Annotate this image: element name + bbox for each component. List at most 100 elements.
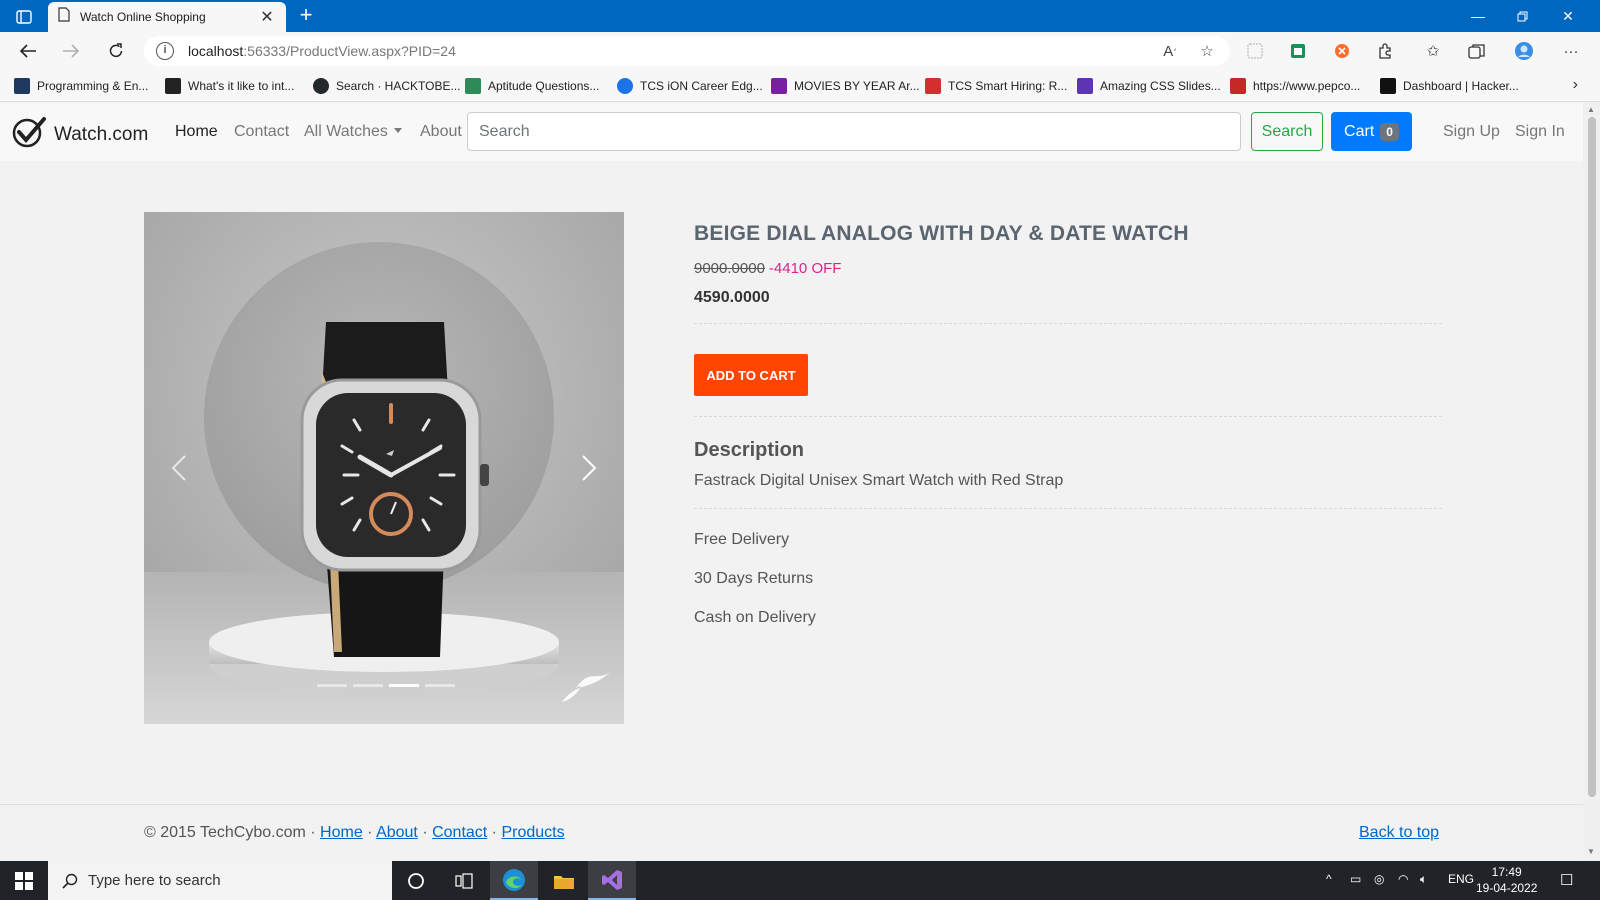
page-viewport: Watch.com Home Contact All Watches About…: [0, 103, 1583, 861]
feature-free-delivery: Free Delivery: [694, 531, 790, 548]
carousel-next-button[interactable]: [574, 448, 604, 488]
nav-all-watches-dropdown[interactable]: All Watches: [304, 123, 402, 141]
bookmark-item[interactable]: What's it like to int...: [165, 76, 294, 96]
footer-link-home[interactable]: Home: [320, 824, 363, 841]
edge-taskbar-icon[interactable]: [490, 861, 538, 900]
feature-returns: 30 Days Returns: [694, 570, 814, 587]
bookmarks-bar: Programming & En... What's it like to in…: [0, 70, 1600, 102]
footer-link-contact[interactable]: Contact: [432, 824, 487, 841]
carousel-indicator[interactable]: [389, 684, 419, 687]
collections-icon[interactable]: [1466, 40, 1488, 62]
sign-in-link[interactable]: Sign In: [1515, 123, 1565, 141]
read-aloud-icon[interactable]: Aᐟ: [1159, 40, 1181, 62]
footer-links: © 2015 TechCybo.com · Home · About · Con…: [144, 824, 565, 841]
back-to-top-link[interactable]: Back to top: [1359, 824, 1439, 842]
carousel-indicator[interactable]: [353, 684, 383, 687]
notifications-icon[interactable]: ☐: [1560, 871, 1573, 889]
bookmark-item[interactable]: https://www.pepco...: [1230, 76, 1360, 96]
windows-start-button[interactable]: [0, 861, 48, 900]
chevron-up-icon[interactable]: ^: [1326, 872, 1332, 886]
bookmark-item[interactable]: Aptitude Questions...: [465, 76, 599, 96]
taskbar-search-placeholder: Type here to search: [88, 872, 221, 889]
add-favorite-icon[interactable]: ☆: [1196, 40, 1218, 62]
chevron-right-icon[interactable]: ›: [1573, 76, 1578, 94]
original-price: 9000.0000: [694, 260, 765, 277]
orange-extension-icon[interactable]: [1331, 40, 1353, 62]
divider: [694, 508, 1442, 509]
sheets-extension-icon[interactable]: [1287, 40, 1309, 62]
search-input[interactable]: [467, 112, 1241, 151]
add-to-cart-button[interactable]: ADD TO CART: [694, 354, 808, 396]
bookmark-icon: [14, 78, 30, 94]
file-explorer-icon[interactable]: [540, 861, 588, 900]
new-tab-button[interactable]: +: [294, 4, 318, 28]
bookmark-item[interactable]: Search · HACKTOBE...: [313, 76, 460, 96]
profile-avatar-icon[interactable]: [1513, 40, 1535, 62]
bookmark-icon: [771, 78, 787, 94]
price-row: 9000.0000 -4410 OFF: [694, 260, 1442, 277]
scroll-up-icon[interactable]: ▲: [1587, 105, 1595, 114]
taskbar-search-box[interactable]: Type here to search: [48, 861, 392, 900]
feature-cod: Cash on Delivery: [694, 609, 816, 626]
battery-icon[interactable]: ▭: [1350, 872, 1361, 886]
volume-icon[interactable]: 🔈︎: [1420, 872, 1427, 887]
bookmark-item[interactable]: TCS iON Career Edg...: [617, 76, 763, 96]
nav-about[interactable]: About: [420, 123, 462, 141]
extension-placeholder-icon[interactable]: [1244, 40, 1266, 62]
sign-up-link[interactable]: Sign Up: [1443, 123, 1500, 141]
url-text: localhost:56333/ProductView.aspx?PID=24: [188, 43, 456, 59]
nav-home[interactable]: Home: [175, 123, 218, 141]
tab-actions-icon[interactable]: [10, 6, 38, 28]
close-window-button[interactable]: ✕: [1546, 0, 1590, 32]
footer-link-products[interactable]: Products: [501, 824, 564, 841]
nav-contact[interactable]: Contact: [234, 123, 289, 141]
bookmark-icon: [165, 78, 181, 94]
bookmark-item[interactable]: Programming & En...: [14, 76, 148, 96]
brand-link[interactable]: Watch.com: [12, 115, 148, 154]
page-scrollbar[interactable]: ▲ ▼: [1583, 103, 1600, 861]
footer-link-about[interactable]: About: [376, 824, 418, 841]
favorites-icon[interactable]: ✩: [1422, 40, 1444, 62]
bookmark-label: Search · HACKTOBE...: [336, 79, 461, 93]
wifi-icon[interactable]: ◠: [1398, 872, 1408, 886]
visual-studio-icon[interactable]: [588, 861, 636, 900]
bookmark-label: Dashboard | Hacker...: [1403, 79, 1519, 93]
checkmark-logo-icon: [12, 115, 46, 154]
description-heading: Description: [694, 439, 805, 461]
bookmark-item[interactable]: Amazing CSS Slides...: [1077, 76, 1221, 96]
bookmark-item[interactable]: MOVIES BY YEAR Ar...: [771, 76, 920, 96]
scroll-thumb[interactable]: [1588, 117, 1596, 797]
search-button[interactable]: Search: [1251, 112, 1323, 151]
carousel-indicator[interactable]: [425, 684, 455, 687]
scroll-down-icon[interactable]: ▼: [1587, 847, 1595, 856]
nav-all-watches-label: All Watches: [304, 123, 388, 140]
carousel-indicator[interactable]: [317, 684, 347, 687]
bookmark-label: TCS Smart Hiring: R...: [948, 79, 1068, 93]
browser-tab[interactable]: Watch Online Shopping ✕: [48, 2, 286, 32]
bookmark-label: What's it like to int...: [188, 79, 295, 93]
minimize-button[interactable]: —: [1456, 0, 1500, 32]
extensions-puzzle-icon[interactable]: [1374, 40, 1396, 62]
bookmark-item[interactable]: TCS Smart Hiring: R...: [925, 76, 1067, 96]
cortana-icon[interactable]: [392, 861, 440, 900]
carousel-prev-button[interactable]: [164, 448, 194, 488]
more-options-icon[interactable]: ···: [1560, 40, 1582, 62]
bookmark-item[interactable]: Dashboard | Hacker...: [1380, 76, 1519, 96]
cart-button[interactable]: Cart 0: [1331, 112, 1412, 151]
site-info-icon[interactable]: i: [156, 42, 174, 60]
site-footer: © 2015 TechCybo.com · Home · About · Con…: [0, 804, 1583, 861]
task-view-icon[interactable]: [440, 861, 488, 900]
cart-count-badge: 0: [1380, 122, 1399, 141]
meet-now-icon[interactable]: ◎: [1374, 872, 1384, 886]
refresh-button[interactable]: [100, 36, 132, 66]
close-tab-icon[interactable]: ✕: [258, 7, 276, 27]
forward-button[interactable]: [55, 36, 87, 66]
bookmark-icon: [925, 78, 941, 94]
taskbar-clock[interactable]: 17:49 19-04-2022: [1476, 864, 1537, 896]
language-indicator[interactable]: ENG: [1448, 872, 1474, 886]
url-field[interactable]: i localhost:56333/ProductView.aspx?PID=2…: [144, 36, 1230, 66]
back-button[interactable]: [12, 36, 44, 66]
windows-taskbar: Type here to search ^ ▭ ◎ ◠ 🔈︎ ENG 17:49…: [0, 861, 1600, 900]
restore-button[interactable]: [1500, 0, 1544, 32]
bookmark-icon: [465, 78, 481, 94]
